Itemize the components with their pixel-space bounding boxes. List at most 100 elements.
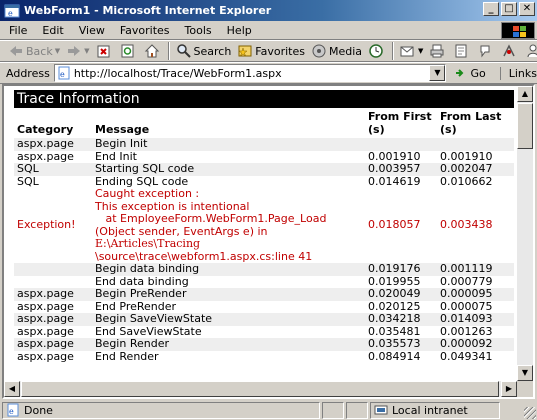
close-button[interactable]: ✕	[519, 2, 535, 16]
favorites-button[interactable]: Favorites	[235, 41, 307, 61]
category-cell: aspx.page	[17, 349, 74, 363]
menu-file[interactable]: File	[0, 24, 33, 37]
svg-text:e: e	[8, 9, 13, 18]
from-last-cell: 0.014093	[437, 312, 514, 326]
stop-button[interactable]	[94, 41, 116, 61]
address-bar: Address e http://localhost/Trace/WebForm…	[0, 62, 537, 84]
history-button[interactable]	[366, 41, 388, 61]
home-icon	[144, 44, 159, 58]
svg-text:e: e	[60, 70, 65, 79]
from-first-cell: 0.019176	[365, 262, 437, 276]
windows-logo-icon	[501, 22, 535, 39]
table-row: aspx.page End PreRender 0.020125 0.00007…	[14, 300, 514, 314]
security-zone-label: Local intranet	[392, 403, 468, 417]
mail-button[interactable]: ▼	[398, 41, 425, 61]
category-cell: SQL	[14, 162, 92, 176]
from-last-cell: 0.002047	[437, 162, 514, 176]
forward-button[interactable]: ▼	[64, 41, 91, 61]
table-row: End data binding 0.019955 0.000779	[14, 275, 514, 289]
home-button[interactable]	[142, 41, 164, 61]
links-button[interactable]: Links	[499, 66, 537, 80]
page-done-icon: e	[7, 403, 19, 417]
horizontal-scroll-thumb[interactable]	[21, 381, 499, 397]
menu-favorites[interactable]: Favorites	[111, 24, 176, 37]
exception-category-cell: Exception!	[17, 218, 76, 232]
media-icon	[312, 44, 326, 58]
messenger-icon	[527, 44, 537, 58]
scroll-up-icon[interactable]: ▲	[517, 86, 533, 102]
research-icon	[503, 44, 516, 57]
search-icon	[176, 44, 191, 58]
scrollbar-corner	[517, 381, 533, 397]
vertical-scroll-thumb[interactable]	[517, 103, 533, 149]
category-cell	[14, 263, 92, 276]
page-content: Trace Information Category Message From …	[2, 84, 535, 399]
favorites-label: Favorites	[255, 44, 305, 58]
go-button[interactable]: Go	[454, 66, 486, 80]
intranet-icon	[374, 405, 388, 415]
address-input[interactable]: e http://localhost/Trace/WebForm1.aspx ▼	[53, 64, 447, 82]
status-text-pane: e Done	[2, 401, 320, 419]
refresh-icon	[121, 44, 133, 58]
page-icon: e	[58, 66, 70, 80]
message-cell: Begin Render	[92, 337, 365, 351]
category-cell: SQL	[17, 174, 39, 188]
toolbar-separator	[392, 42, 395, 60]
from-last-cell: 0.000092	[437, 337, 514, 351]
forward-dropdown-icon[interactable]: ▼	[84, 47, 89, 55]
go-label: Go	[470, 66, 486, 80]
menu-help[interactable]: Help	[218, 24, 258, 37]
message-cell: Starting SQL code	[92, 162, 365, 176]
address-dropdown-icon[interactable]: ▼	[429, 65, 446, 81]
vertical-scrollbar[interactable]: ▲ ▼	[517, 86, 533, 381]
forward-arrow-icon	[68, 46, 81, 56]
table-row: Begin data binding 0.019176 0.001119	[14, 262, 514, 276]
search-button[interactable]: Search	[174, 41, 234, 61]
from-last-cell: 0.000095	[437, 287, 514, 301]
column-header-message: Message	[95, 123, 150, 136]
mail-dropdown-icon[interactable]: ▼	[418, 47, 423, 55]
edit-page-icon	[455, 44, 467, 58]
maximize-button[interactable]: □	[501, 2, 517, 16]
from-first-cell: 0.084914	[368, 349, 421, 363]
scroll-left-icon[interactable]: ◀	[4, 381, 20, 397]
scroll-right-icon[interactable]: ▶	[501, 381, 517, 397]
from-first-cell: 0.020049	[365, 287, 437, 301]
stop-icon	[97, 45, 109, 58]
security-zone-pane[interactable]: Local intranet	[370, 401, 500, 419]
from-last-cell: 0.049341	[440, 349, 493, 363]
back-button[interactable]: Back ▼	[6, 41, 62, 61]
ie-app-icon: e	[4, 4, 20, 18]
window-title: WebForm1 - Microsoft Internet Explorer	[24, 4, 272, 17]
message-cell: Begin PreRender	[92, 287, 365, 301]
svg-text:e: e	[9, 407, 14, 416]
edit-button[interactable]	[451, 41, 473, 61]
mail-icon	[400, 46, 414, 57]
print-button[interactable]	[427, 41, 449, 61]
search-label: Search	[193, 44, 232, 58]
minimize-button[interactable]: _	[483, 2, 499, 16]
print-icon	[430, 44, 444, 58]
scroll-down-icon[interactable]: ▼	[517, 365, 533, 381]
discuss-button[interactable]	[475, 41, 497, 61]
title-bar: e WebForm1 - Microsoft Internet Explorer…	[0, 0, 537, 21]
menu-edit[interactable]: Edit	[33, 24, 69, 37]
trace-table: Category Message From First (s) From Las…	[14, 108, 514, 363]
table-row: aspx.page Begin Render 0.035573 0.000092	[14, 337, 514, 351]
media-button[interactable]: Media	[309, 41, 364, 61]
column-header-category: Category	[17, 123, 74, 136]
menu-view[interactable]: View	[70, 24, 111, 37]
from-first-cell: 0.003957	[365, 162, 437, 176]
refresh-button[interactable]	[118, 41, 140, 61]
menu-bar: File Edit View Favorites Tools Help	[0, 21, 537, 40]
messenger-button[interactable]	[523, 41, 537, 61]
menu-tools[interactable]: Tools	[176, 24, 218, 37]
horizontal-scrollbar[interactable]: ◀ ▶	[4, 381, 517, 397]
back-dropdown-icon[interactable]: ▼	[55, 47, 60, 55]
research-button[interactable]	[499, 41, 521, 61]
trace-information-header: Trace Information	[14, 90, 514, 108]
resize-grip-icon[interactable]	[524, 407, 536, 419]
discuss-icon	[480, 45, 490, 58]
address-url: http://localhost/Trace/WebForm1.aspx	[73, 66, 282, 80]
exception-line: Caught exception :	[95, 187, 200, 200]
